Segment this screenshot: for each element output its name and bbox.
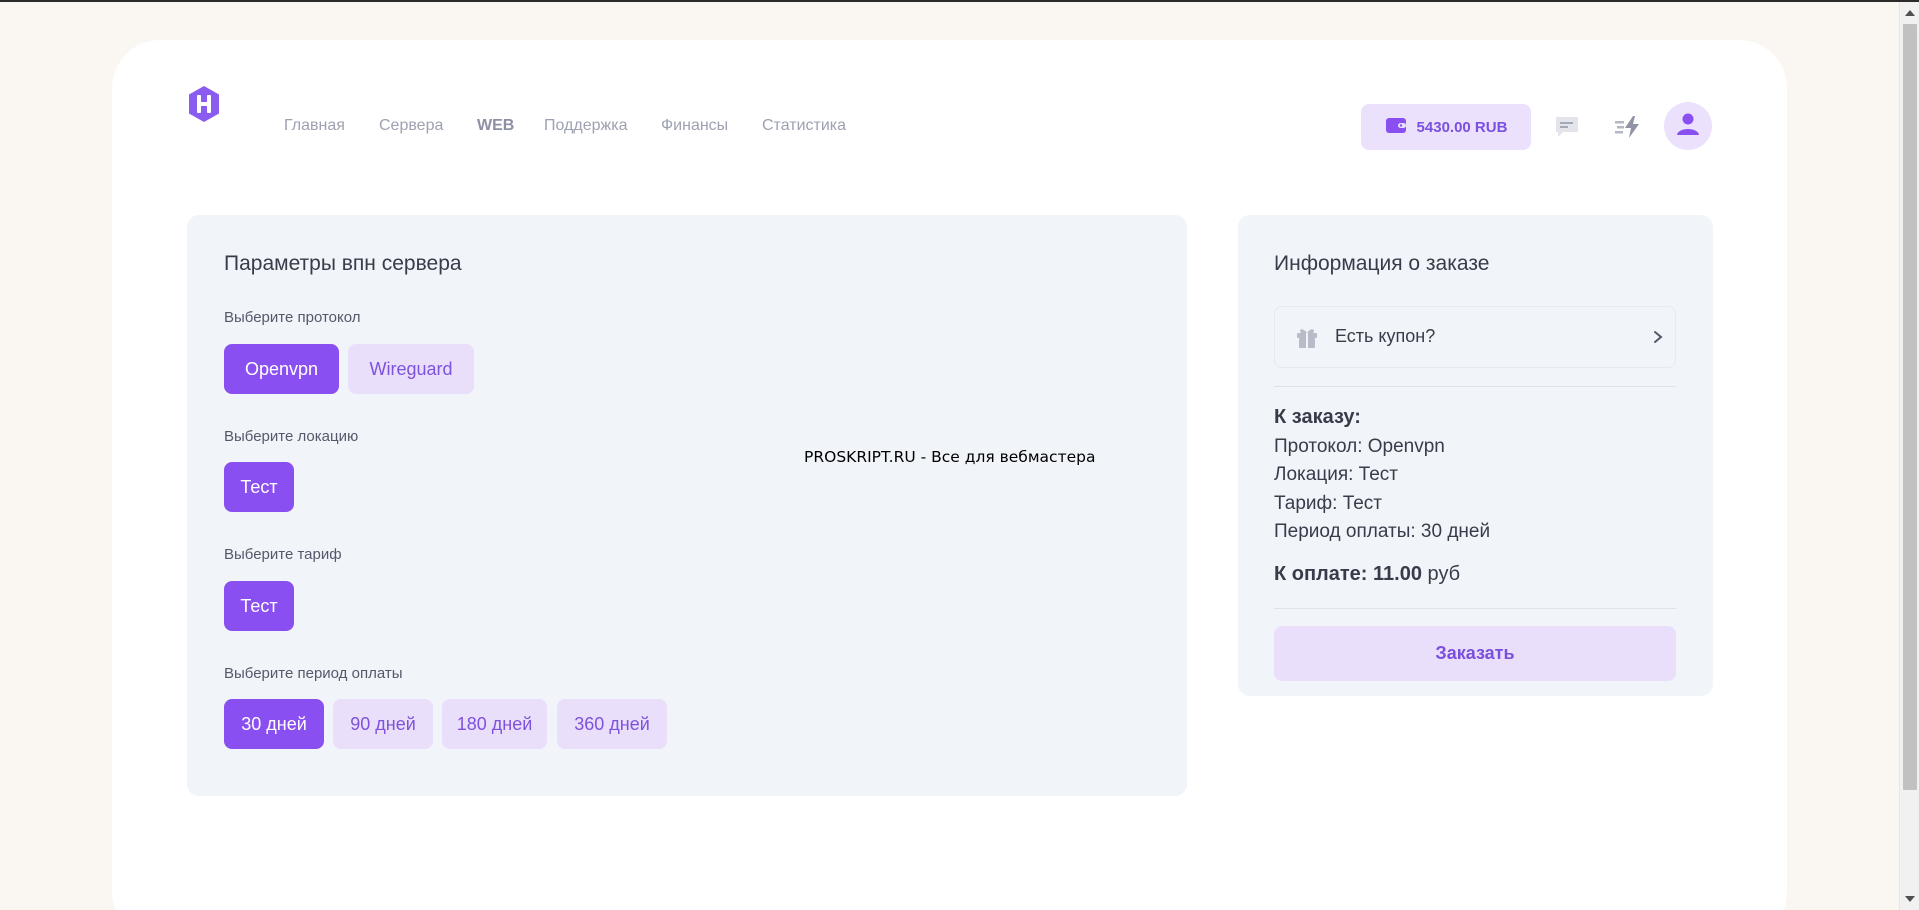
watermark-text: PROSKRIPT.RU - Все для вебмастера	[804, 448, 1096, 466]
scroll-up-icon[interactable]	[1905, 10, 1915, 16]
order-period: Период оплаты: 30 дней	[1274, 521, 1491, 542]
protocol-openvpn-button[interactable]: Openvpn	[224, 344, 339, 394]
order-total: К оплате: 11.00 руб	[1274, 563, 1460, 586]
period-label: Выберите период оплаты	[224, 665, 403, 682]
chat-icon[interactable]	[1553, 113, 1581, 141]
nav-home[interactable]: Главная	[284, 117, 345, 135]
coupon-label: Есть купон?	[1335, 326, 1436, 346]
tariff-test-button[interactable]: Тест	[224, 581, 294, 631]
total-label: К оплате:	[1274, 563, 1368, 585]
period-180-button[interactable]: 180 дней	[442, 699, 547, 749]
chevron-right-icon	[1653, 330, 1663, 349]
protocol-wireguard-button[interactable]: Wireguard	[348, 344, 474, 394]
protocol-label: Выберите протокол	[224, 309, 361, 326]
nav-support[interactable]: Поддержка	[544, 117, 627, 135]
order-button[interactable]: Заказать	[1274, 626, 1676, 681]
tariff-label: Выберите тариф	[224, 546, 342, 563]
total-value: 11.00	[1373, 563, 1422, 585]
vpn-params-title: Параметры впн сервера	[224, 252, 462, 275]
period-30-button[interactable]: 30 дней	[224, 699, 324, 749]
total-currency: руб	[1427, 563, 1461, 585]
nav-statistics[interactable]: Статистика	[762, 117, 846, 135]
user-icon	[1675, 111, 1701, 142]
bolt-icon[interactable]	[1614, 113, 1642, 141]
order-protocol: Протокол: Openvpn	[1274, 436, 1445, 457]
scroll-thumb[interactable]	[1903, 24, 1917, 790]
nav-finance[interactable]: Финансы	[661, 117, 728, 135]
order-tariff: Тариф: Тест	[1274, 493, 1382, 514]
location-test-button[interactable]: Тест	[224, 462, 294, 512]
user-avatar[interactable]	[1664, 102, 1712, 150]
balance-amount: 5430.00 RUB	[1416, 118, 1508, 136]
balance-button[interactable]: 5430.00 RUB	[1361, 104, 1531, 150]
order-divider-top	[1274, 386, 1676, 387]
coupon-toggle[interactable]: Есть купон?	[1274, 306, 1676, 368]
period-90-button[interactable]: 90 дней	[333, 699, 433, 749]
window-top-border	[0, 0, 1919, 2]
nav-web[interactable]: WEB	[477, 117, 514, 135]
order-location: Локация: Тест	[1274, 464, 1398, 485]
order-divider-bottom	[1274, 608, 1676, 609]
scroll-down-icon[interactable]	[1905, 896, 1915, 902]
period-360-button[interactable]: 360 дней	[557, 699, 667, 749]
wallet-icon	[1385, 116, 1407, 139]
logo-h-icon[interactable]	[187, 85, 221, 123]
page-scrollbar[interactable]	[1899, 2, 1919, 910]
order-heading: К заказу:	[1274, 406, 1361, 428]
location-label: Выберите локацию	[224, 428, 359, 445]
gift-icon	[1295, 325, 1319, 354]
order-info-title: Информация о заказе	[1274, 252, 1490, 275]
nav-servers[interactable]: Сервера	[379, 117, 443, 135]
